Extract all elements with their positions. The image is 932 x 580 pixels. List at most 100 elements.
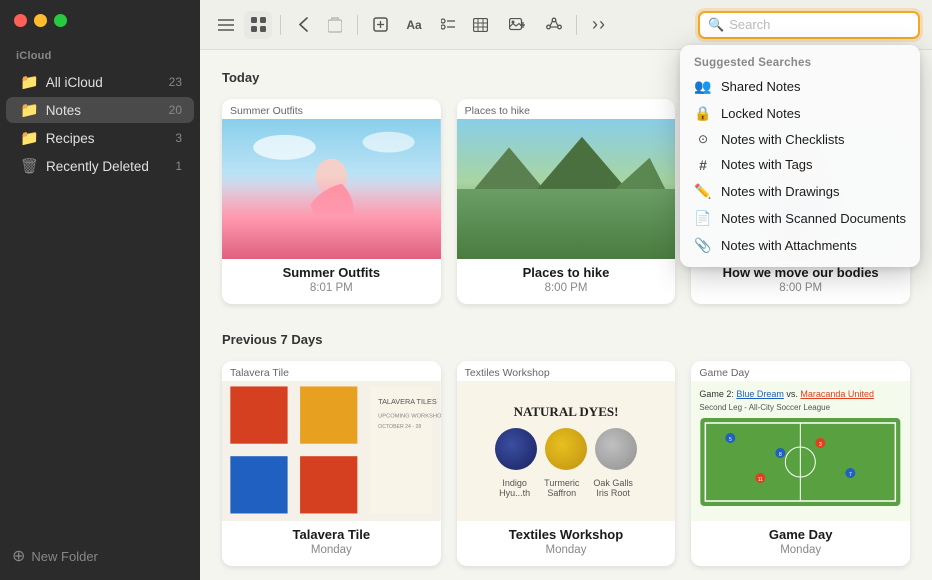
sidebar-item-all-icloud[interactable]: 📁 All iCloud 23 [6, 69, 194, 95]
note-card-body: Textiles Workshop Monday [457, 521, 676, 566]
dropdown-item-shared-notes[interactable]: 👥 Shared Notes [680, 73, 920, 100]
svg-text:7: 7 [849, 472, 852, 478]
dropdown-item-label: Notes with Checklists [721, 132, 845, 147]
sidebar-item-label: All iCloud [46, 75, 157, 90]
note-card-body: Places to hike 8:00 PM [457, 259, 676, 304]
maximize-button[interactable] [54, 14, 67, 27]
traffic-lights [14, 14, 67, 27]
sidebar-item-recipes[interactable]: 📁 Recipes 3 [6, 125, 194, 151]
note-card-title: How we move our bodies [701, 265, 900, 280]
toolbar: Aa ›› 🔍 Search Suggested Searches [200, 0, 932, 50]
note-card-title: Talavera Tile [232, 527, 431, 542]
dropdown-item-notes-scanned[interactable]: 📄 Notes with Scanned Documents [680, 205, 920, 232]
minimize-button[interactable] [34, 14, 47, 27]
search-icon: 🔍 [708, 17, 724, 33]
search-box[interactable]: 🔍 Search [698, 11, 920, 39]
sidebar-item-count: 1 [164, 159, 182, 173]
note-card-label: Places to hike [457, 99, 676, 119]
shared-notes-icon: 👥 [694, 78, 712, 95]
note-card-title: Textiles Workshop [467, 527, 666, 542]
more-button[interactable]: ›› [585, 11, 613, 39]
places-to-hike-image [457, 119, 676, 259]
note-card-game-day[interactable]: Game Day Game 2: Blue Dream vs. Maracand… [691, 361, 910, 566]
dropdown-item-notes-attachments[interactable]: 📎 Notes with Attachments [680, 232, 920, 259]
sidebar-item-label: Recently Deleted [46, 159, 157, 174]
note-card-body: Summer Outfits 8:01 PM [222, 259, 441, 304]
note-card-time: 8:01 PM [232, 282, 431, 294]
folder-icon: 📁 [20, 129, 39, 147]
delete-button[interactable] [321, 11, 349, 39]
drawing-icon: ✏️ [694, 183, 712, 200]
media-button[interactable] [498, 11, 536, 39]
dropdown-item-locked-notes[interactable]: 🔒 Locked Notes [680, 100, 920, 127]
sidebar-item-count: 20 [164, 103, 182, 117]
note-card-talavera-tile[interactable]: Talavera Tile TALAVERA TILES UPCOMING WO… [222, 361, 441, 566]
note-card-time: Monday [467, 544, 666, 556]
svg-text:3: 3 [819, 442, 822, 448]
svg-text:TALAVERA TILES: TALAVERA TILES [378, 397, 437, 406]
sidebar-item-count: 3 [164, 131, 182, 145]
note-card-title: Places to hike [467, 265, 666, 280]
attachment-icon: 📎 [694, 237, 712, 254]
folder-icon: 📁 [20, 101, 39, 119]
sidebar-footer: ⊕ New Folder [0, 536, 200, 580]
dropdown-item-notes-checklists[interactable]: ⊙ Notes with Checklists [680, 127, 920, 152]
sidebar-item-notes[interactable]: 📁 Notes 20 [6, 97, 194, 123]
locked-notes-icon: 🔒 [694, 105, 712, 122]
dropdown-item-label: Notes with Tags [721, 157, 813, 172]
sidebar-item-recently-deleted[interactable]: 🗑 Recently Deleted 1 [6, 153, 194, 179]
checklist-button[interactable] [434, 11, 462, 39]
note-card-time: 8:00 PM [701, 282, 900, 294]
note-card-body: Game Day Monday [691, 521, 910, 566]
dropdown-item-notes-tags[interactable]: # Notes with Tags [680, 152, 920, 178]
svg-text:8: 8 [779, 452, 782, 458]
search-input[interactable]: Search [729, 17, 910, 32]
dropdown-item-label: Notes with Scanned Documents [721, 211, 906, 226]
note-card-time: Monday [701, 544, 900, 556]
grid-view-button[interactable] [244, 11, 272, 39]
toolbar-separator-2 [357, 15, 358, 35]
dropdown-item-label: Notes with Drawings [721, 184, 840, 199]
dropdown-item-label: Locked Notes [721, 106, 801, 121]
search-dropdown: Suggested Searches 👥 Shared Notes 🔒 Lock… [680, 45, 920, 267]
search-container: 🔍 Search Suggested Searches 👥 Shared Not… [698, 11, 920, 39]
note-card-body: Talavera Tile Monday [222, 521, 441, 566]
dropdown-item-notes-drawings[interactable]: ✏️ Notes with Drawings [680, 178, 920, 205]
new-folder-label: New Folder [31, 549, 97, 564]
note-card-label: Talavera Tile [222, 361, 441, 381]
svg-text:UPCOMING WORKSHOP: UPCOMING WORKSHOP [378, 414, 440, 420]
previous-section-header: Previous 7 Days [222, 332, 910, 347]
dropdown-item-label: Notes with Attachments [721, 238, 857, 253]
note-card-time: 8:00 PM [467, 282, 666, 294]
compose-button[interactable] [366, 11, 394, 39]
font-button[interactable]: Aa [398, 11, 430, 39]
note-card-summer-outfits[interactable]: Summer Outfits [222, 99, 441, 304]
note-card-places-to-hike[interactable]: Places to hike [457, 99, 676, 304]
game-day-image: Game 2: Blue Dream vs. Maracanda United … [691, 381, 910, 521]
textiles-image: NATURAL DYES! IndigoHyu...th TurmericSaf… [457, 381, 676, 521]
svg-text:11: 11 [758, 477, 763, 483]
talavera-tile-image: TALAVERA TILES UPCOMING WORKSHOP OCTOBER… [222, 381, 441, 521]
svg-text:5: 5 [729, 437, 732, 443]
table-button[interactable] [466, 11, 494, 39]
sidebar-item-count: 23 [164, 75, 182, 89]
svg-text:OCTOBER 24 - 28: OCTOBER 24 - 28 [378, 424, 421, 430]
scan-icon: 📄 [694, 210, 712, 227]
checklist-icon: ⊙ [694, 132, 712, 146]
note-card-label: Summer Outfits [222, 99, 441, 119]
new-folder-button[interactable]: ⊕ New Folder [12, 546, 188, 566]
note-card-textiles-workshop[interactable]: Textiles Workshop NATURAL DYES! IndigoHy… [457, 361, 676, 566]
dropdown-item-label: Shared Notes [721, 79, 801, 94]
note-card-time: Monday [232, 544, 431, 556]
dropdown-header: Suggested Searches [680, 53, 920, 73]
toolbar-separator [280, 15, 281, 35]
note-card-label: Game Day [691, 361, 910, 381]
close-button[interactable] [14, 14, 27, 27]
share-button[interactable] [540, 11, 568, 39]
main-area: Aa ›› 🔍 Search Suggested Searches [200, 0, 932, 580]
note-card-title: Game Day [701, 527, 900, 542]
list-view-button[interactable] [212, 11, 240, 39]
folder-icon: 📁 [20, 73, 39, 91]
back-button[interactable] [289, 11, 317, 39]
plus-icon: ⊕ [12, 546, 25, 566]
